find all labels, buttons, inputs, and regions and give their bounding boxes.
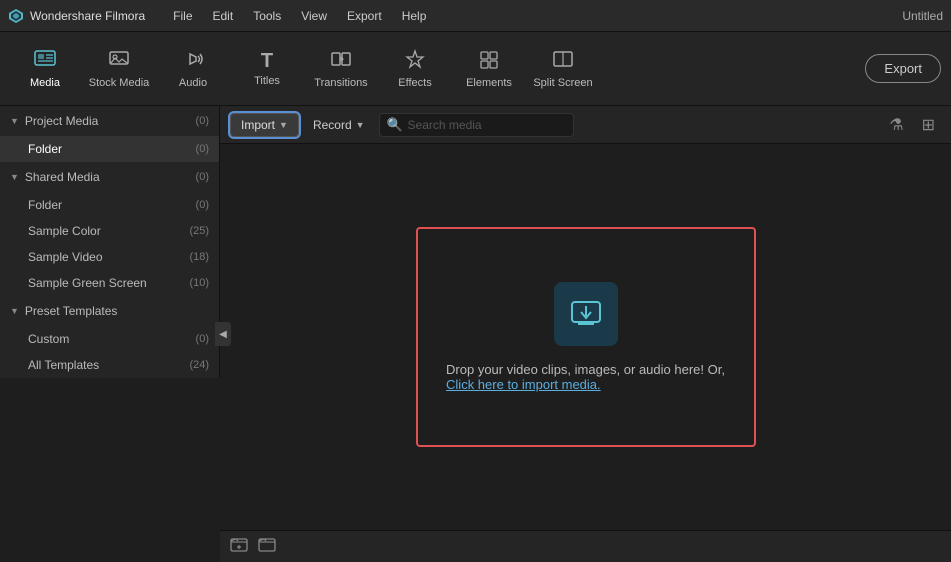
sidebar-item-sample-color[interactable]: Sample Color (25) (0, 218, 219, 244)
import-media-link[interactable]: Click here to import media. (446, 377, 601, 392)
toolbar-media[interactable]: Media (10, 39, 80, 99)
drop-main-text: Drop your video clips, images, or audio … (446, 362, 725, 377)
toolbar: Media Stock Media Audio T Titles (0, 32, 951, 106)
toolbar-titles-label: Titles (254, 75, 280, 87)
sidebar-item-sample-video-label: Sample Video (28, 250, 103, 264)
toolbar-effects[interactable]: Effects (380, 39, 450, 99)
sidebar-item-sample-green-screen[interactable]: Sample Green Screen (10) (0, 270, 219, 296)
toolbar-transitions[interactable]: Transitions (306, 39, 376, 99)
toolbar-stock-media[interactable]: Stock Media (84, 39, 154, 99)
drop-icon-box (554, 282, 618, 346)
effects-icon (404, 49, 426, 73)
menu-help[interactable]: Help (394, 7, 435, 25)
sidebar-item-all-templates[interactable]: All Templates (24) (0, 352, 219, 378)
toolbar-split-screen-label: Split Screen (533, 77, 592, 89)
record-label: Record (313, 118, 352, 132)
menu-tools[interactable]: Tools (245, 7, 289, 25)
sidebar-area: ▼ Project Media (0) Folder (0) ▼ Shared … (0, 106, 220, 562)
audio-icon (182, 49, 204, 73)
toolbar-transitions-label: Transitions (314, 77, 367, 89)
sidebar-item-folder-count: (0) (196, 143, 209, 155)
content-toolbar: Import ▼ Record ▼ 🔍 ⚗ ⊞ (220, 106, 951, 144)
sidebar-item-sample-color-count: (25) (189, 225, 209, 237)
sidebar-section-project-media-label: Project Media (25, 114, 98, 128)
elements-icon (478, 49, 500, 73)
sidebar-item-folder-label: Folder (28, 142, 62, 156)
import-dropdown-icon: ▼ (279, 120, 288, 130)
stock-media-icon (108, 49, 130, 73)
drop-zone-container: Drop your video clips, images, or audio … (220, 144, 951, 530)
chevron-preset-templates-icon: ▼ (10, 306, 19, 316)
record-button[interactable]: Record ▼ (305, 114, 373, 136)
app-logo-icon (8, 8, 24, 24)
sidebar-section-project-media[interactable]: ▼ Project Media (0) (0, 106, 219, 136)
menu-edit[interactable]: Edit (205, 7, 242, 25)
sidebar-item-custom-count: (0) (196, 333, 209, 345)
sidebar-item-sample-green-screen-label: Sample Green Screen (28, 276, 147, 290)
sidebar-item-sample-green-screen-count: (10) (189, 277, 209, 289)
sidebar-item-sample-video[interactable]: Sample Video (18) (0, 244, 219, 270)
sidebar-item-shared-folder[interactable]: Folder (0) (0, 192, 219, 218)
filter-icon[interactable]: ⚗ (883, 111, 909, 139)
toolbar-media-label: Media (30, 77, 60, 89)
toolbar-audio-label: Audio (179, 77, 207, 89)
titles-icon: T (261, 51, 273, 71)
title-right: Untitled (902, 9, 943, 23)
toolbar-elements[interactable]: Elements (454, 39, 524, 99)
sidebar-item-all-templates-count: (24) (189, 359, 209, 371)
search-container: 🔍 (379, 113, 878, 137)
sidebar-item-all-templates-label: All Templates (28, 358, 99, 372)
menu-export[interactable]: Export (339, 7, 390, 25)
add-folder-icon[interactable] (230, 535, 248, 558)
window-title: Untitled (902, 9, 943, 23)
record-dropdown-icon: ▼ (356, 120, 365, 130)
menu-file[interactable]: File (165, 7, 200, 25)
sidebar-item-custom-label: Custom (28, 332, 69, 346)
sidebar: ▼ Project Media (0) Folder (0) ▼ Shared … (0, 106, 220, 378)
search-input[interactable] (379, 113, 574, 137)
chevron-shared-media-icon: ▼ (10, 172, 19, 182)
drop-zone-text: Drop your video clips, images, or audio … (446, 362, 725, 392)
toolbar-titles[interactable]: T Titles (232, 39, 302, 99)
title-bar: Wondershare Filmora File Edit Tools View… (0, 0, 951, 32)
sidebar-item-sample-color-label: Sample Color (28, 224, 101, 238)
toolbar-elements-label: Elements (466, 77, 512, 89)
grid-view-icon[interactable]: ⊞ (916, 111, 941, 139)
toolbar-audio[interactable]: Audio (158, 39, 228, 99)
import-button[interactable]: Import ▼ (230, 113, 299, 137)
content-area: Import ▼ Record ▼ 🔍 ⚗ ⊞ (220, 106, 951, 562)
sidebar-item-shared-folder-count: (0) (196, 199, 209, 211)
drop-zone[interactable]: Drop your video clips, images, or audio … (416, 227, 756, 447)
sidebar-item-custom[interactable]: Custom (0) (0, 326, 219, 352)
export-button[interactable]: Export (865, 54, 941, 83)
toolbar-stock-media-label: Stock Media (89, 77, 150, 89)
transitions-icon (330, 49, 352, 73)
sidebar-section-preset-templates[interactable]: ▼ Preset Templates (0, 296, 219, 326)
menu-view[interactable]: View (293, 7, 335, 25)
sidebar-section-preset-templates-label: Preset Templates (25, 304, 118, 318)
sidebar-collapse-button[interactable]: ◀ (215, 322, 231, 346)
media-icon (34, 49, 56, 73)
sidebar-item-sample-video-count: (18) (189, 251, 209, 263)
app-name: Wondershare Filmora (30, 9, 145, 23)
toolbar-split-screen[interactable]: Split Screen (528, 39, 598, 99)
project-media-count: (0) (196, 115, 209, 127)
chevron-project-media-icon: ▼ (10, 116, 19, 126)
import-label: Import (241, 118, 275, 132)
main-area: ▼ Project Media (0) Folder (0) ▼ Shared … (0, 106, 951, 562)
menu-bar: File Edit Tools View Export Help (165, 7, 434, 25)
split-screen-icon (552, 49, 574, 73)
shared-media-count: (0) (196, 171, 209, 183)
sidebar-section-shared-media[interactable]: ▼ Shared Media (0) (0, 162, 219, 192)
toolbar-effects-label: Effects (398, 77, 431, 89)
folder-icon[interactable] (258, 535, 276, 558)
sidebar-section-shared-media-label: Shared Media (25, 170, 100, 184)
sidebar-item-shared-folder-label: Folder (28, 198, 62, 212)
sidebar-item-folder[interactable]: Folder (0) (0, 136, 219, 162)
bottom-toolbar (220, 530, 951, 562)
